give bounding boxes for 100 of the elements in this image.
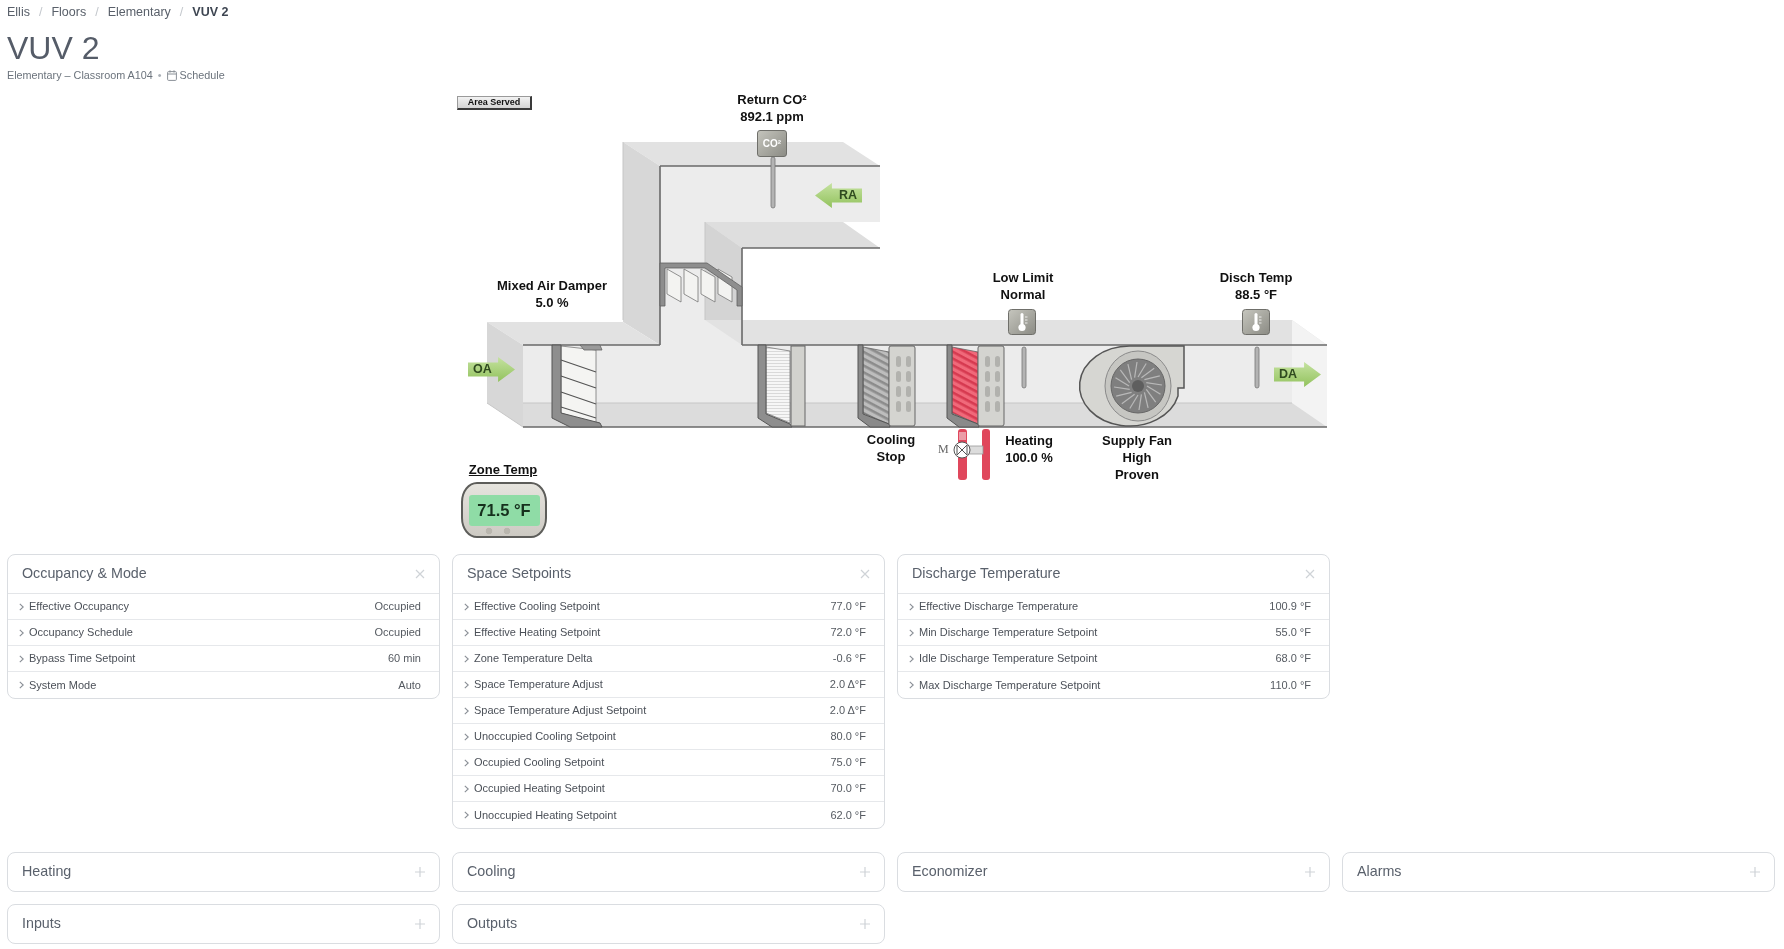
point-value: 2.0 Δ°F xyxy=(829,677,866,693)
point-name: Zone Temperature Delta xyxy=(474,651,593,667)
chevron-icon xyxy=(464,758,469,767)
breadcrumb-separator: / xyxy=(37,4,44,21)
chevron-icon xyxy=(464,732,469,741)
point-row[interactable]: Unoccupied Heating Setpoint 62.0 °F xyxy=(453,802,884,828)
chevron-icon xyxy=(19,654,24,663)
point-row[interactable]: Effective Occupancy Occupied xyxy=(8,594,439,620)
zone-temp-display: 71.5 °F xyxy=(468,495,540,526)
breadcrumb-link[interactable]: Floors xyxy=(51,3,87,21)
point-value: 70.0 °F xyxy=(830,781,866,797)
point-row[interactable]: Idle Discharge Temperature Setpoint 68.0 °F xyxy=(898,646,1329,672)
panel-title: Space Setpoints xyxy=(467,564,572,584)
point-row[interactable]: Effective Discharge Temperature 100.9 °F xyxy=(898,594,1329,620)
return-co2-value: 892.1 ppm xyxy=(739,108,805,125)
plus-icon[interactable] xyxy=(860,919,870,929)
supply-fan-speed: High xyxy=(1121,449,1153,466)
point-name: Space Temperature Adjust Setpoint xyxy=(474,703,647,719)
point-row[interactable]: Effective Cooling Setpoint 77.0 °F xyxy=(453,594,884,620)
plus-icon[interactable] xyxy=(1305,867,1315,877)
page-title: VUV 2 xyxy=(7,30,100,66)
supply-fan-status: Proven xyxy=(1113,466,1161,483)
point-name: Effective Discharge Temperature xyxy=(919,599,1079,615)
point-name: Idle Discharge Temperature Setpoint xyxy=(919,651,1098,667)
point-value: 60 min xyxy=(387,651,421,667)
breadcrumb-link[interactable]: Ellis xyxy=(7,3,30,21)
location-text: Elementary – Classroom A104 xyxy=(7,68,153,82)
point-name: Effective Occupancy xyxy=(29,599,130,615)
point-value: -0.6 °F xyxy=(832,651,866,667)
point-row[interactable]: Max Discharge Temperature Setpoint 110.0 °F xyxy=(898,672,1329,698)
close-icon[interactable] xyxy=(860,569,870,579)
point-row[interactable]: Space Temperature Adjust 2.0 Δ°F xyxy=(453,672,884,698)
point-row[interactable]: Unoccupied Cooling Setpoint 80.0 °F xyxy=(453,724,884,750)
area-served-button[interactable]: Area Served xyxy=(457,96,532,110)
point-row[interactable]: Effective Heating Setpoint 72.0 °F xyxy=(453,620,884,646)
chevron-icon xyxy=(464,602,469,611)
point-name: System Mode xyxy=(29,677,97,693)
low-limit-label: Low Limit xyxy=(992,269,1054,286)
point-value: Auto xyxy=(398,677,421,693)
point-value: 55.0 °F xyxy=(1275,625,1311,641)
damper-value: 5.0 % xyxy=(534,294,570,311)
point-value: 72.0 °F xyxy=(830,625,866,641)
schedule-link[interactable]: Schedule xyxy=(179,68,225,82)
point-value: 100.9 °F xyxy=(1269,599,1311,615)
cooling-label: Cooling xyxy=(866,431,916,448)
point-name: Effective Heating Setpoint xyxy=(474,625,601,641)
breadcrumb-separator: / xyxy=(94,4,100,21)
close-icon[interactable] xyxy=(1305,569,1315,579)
point-row[interactable]: Bypass Time Setpoint 60 min xyxy=(8,646,439,672)
plus-icon[interactable] xyxy=(1750,867,1760,877)
breadcrumb-separator: / xyxy=(178,4,185,21)
point-row[interactable]: Occupied Cooling Setpoint 75.0 °F xyxy=(453,750,884,776)
point-name: Occupied Cooling Setpoint xyxy=(474,755,605,771)
low-limit-value: Normal xyxy=(999,286,1047,303)
plus-icon[interactable] xyxy=(415,867,425,877)
point-row[interactable]: Occupied Heating Setpoint 70.0 °F xyxy=(453,776,884,802)
chevron-icon xyxy=(464,680,469,689)
point-row[interactable]: Occupancy Schedule Occupied xyxy=(8,620,439,646)
heating-label: Heating xyxy=(1005,432,1053,449)
plus-icon[interactable] xyxy=(860,867,870,877)
panel-title: Outputs xyxy=(467,914,518,934)
point-value: Occupied xyxy=(374,599,421,615)
supply-fan-label: Supply Fan xyxy=(1101,432,1173,449)
point-value: 75.0 °F xyxy=(830,755,866,771)
panel-title: Heating xyxy=(22,862,72,882)
panel-title: Economizer xyxy=(912,862,988,882)
point-row[interactable]: Min Discharge Temperature Setpoint 55.0 °F xyxy=(898,620,1329,646)
panel-title: Occupancy & Mode xyxy=(22,564,147,584)
point-name: Occupied Heating Setpoint xyxy=(474,781,605,797)
point-value: Occupied xyxy=(374,625,421,641)
point-name: Min Discharge Temperature Setpoint xyxy=(919,625,1098,641)
co2-sensor: CO² xyxy=(757,130,787,157)
point-value: 77.0 °F xyxy=(830,599,866,615)
chevron-icon xyxy=(464,811,469,819)
chevron-icon xyxy=(464,784,469,793)
point-value: 62.0 °F xyxy=(830,807,866,823)
plus-icon[interactable] xyxy=(415,919,425,929)
heating-value: 100.0 % xyxy=(1005,449,1053,466)
close-icon[interactable] xyxy=(415,569,425,579)
return-co2-label: Return CO² xyxy=(737,91,807,108)
point-name: Occupancy Schedule xyxy=(29,625,133,641)
chevron-icon xyxy=(464,628,469,637)
chevron-icon xyxy=(464,654,469,663)
chevron-icon xyxy=(909,654,914,663)
calendar-icon xyxy=(166,69,177,81)
discharge-temp-label: Disch Temp xyxy=(1219,269,1293,286)
chevron-icon xyxy=(909,628,914,637)
point-value: 2.0 Δ°F xyxy=(829,703,866,719)
damper-label: Mixed Air Damper xyxy=(496,277,608,294)
chevron-icon xyxy=(464,706,469,715)
point-row[interactable]: System Mode Auto xyxy=(8,672,439,698)
actuator-label: M xyxy=(938,442,949,456)
point-value: 80.0 °F xyxy=(830,729,866,745)
point-row[interactable]: Zone Temperature Delta -0.6 °F xyxy=(453,646,884,672)
panel-title: Alarms xyxy=(1357,862,1402,882)
panel-title: Cooling xyxy=(467,862,516,882)
breadcrumb-current: VUV 2 xyxy=(192,4,229,21)
zone-temp-label: Zone Temp xyxy=(468,461,538,478)
breadcrumb-link[interactable]: Elementary xyxy=(107,3,171,21)
point-row[interactable]: Space Temperature Adjust Setpoint 2.0 Δ°F xyxy=(453,698,884,724)
